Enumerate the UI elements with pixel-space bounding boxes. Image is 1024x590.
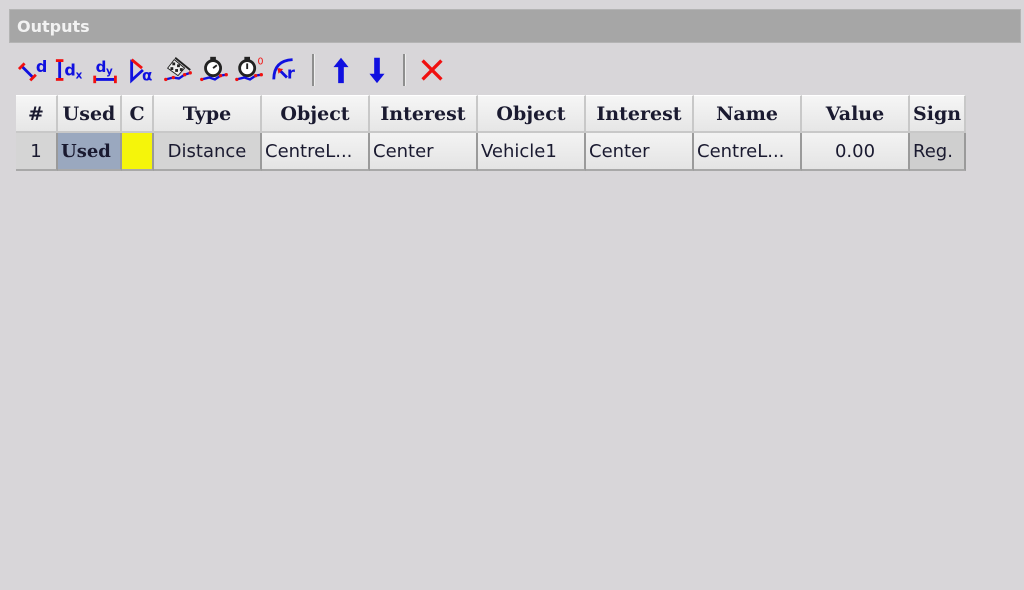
svg-text:r: r xyxy=(287,63,295,82)
column-header-color[interactable]: C xyxy=(122,95,154,133)
cell-value[interactable]: 0.00 xyxy=(802,133,910,171)
column-header-object-1[interactable]: Object xyxy=(262,95,370,133)
stopwatch-icon xyxy=(200,56,228,82)
distance-icon: d xyxy=(18,57,47,82)
angle-icon: α xyxy=(130,58,152,84)
delete-button[interactable] xyxy=(416,53,448,87)
move-up-button[interactable] xyxy=(325,53,357,87)
column-header-value[interactable]: Value xyxy=(802,95,910,133)
toolbar-separator xyxy=(403,54,406,86)
add-distance-y-button[interactable]: d y xyxy=(90,53,122,87)
column-header-index[interactable]: # xyxy=(16,95,58,133)
add-timer-button[interactable] xyxy=(198,53,230,87)
toolbar-separator xyxy=(312,54,315,86)
cell-sign[interactable]: Reg. xyxy=(910,133,967,171)
add-timer-reset-button[interactable]: 0 xyxy=(234,53,266,87)
cell-index[interactable]: 1 xyxy=(16,133,58,171)
column-header-sign[interactable]: Sign xyxy=(910,95,967,133)
cell-object-1[interactable]: CentreL... xyxy=(262,133,370,171)
column-header-name[interactable]: Name xyxy=(694,95,802,133)
add-radius-button[interactable]: r xyxy=(270,53,302,87)
outputs-table: # Used C Type Object Interest Object Int… xyxy=(16,95,967,171)
column-header-type[interactable]: Type xyxy=(154,95,262,133)
finish-flag-icon xyxy=(164,57,192,82)
distance-y-icon: d y xyxy=(93,58,117,84)
cell-name[interactable]: CentreL... xyxy=(694,133,802,171)
column-header-used[interactable]: Used xyxy=(58,95,122,133)
move-down-icon xyxy=(369,57,385,84)
table-row[interactable]: 1 Used Distance CentreL... Center Vehicl… xyxy=(16,133,967,171)
svg-text:d: d xyxy=(36,57,47,76)
svg-text:x: x xyxy=(76,69,83,81)
svg-text:y: y xyxy=(106,66,113,78)
cell-interest-1[interactable]: Center xyxy=(370,133,478,171)
table-header-row: # Used C Type Object Interest Object Int… xyxy=(16,95,967,133)
stopwatch-reset-icon: 0 xyxy=(235,56,264,82)
add-distance-button[interactable]: d xyxy=(18,53,50,87)
svg-text:d: d xyxy=(64,61,75,80)
add-distance-x-button[interactable]: d x xyxy=(54,53,86,87)
svg-text:d: d xyxy=(96,58,107,76)
add-finish-button[interactable] xyxy=(162,53,194,87)
column-header-interest-2[interactable]: Interest xyxy=(586,95,694,133)
toolbar: d d x d y α 0 r xyxy=(18,52,452,88)
cell-object-2[interactable]: Vehicle1 xyxy=(478,133,586,171)
cell-interest-2[interactable]: Center xyxy=(586,133,694,171)
move-down-button[interactable] xyxy=(361,53,393,87)
delete-icon xyxy=(421,59,443,81)
cell-color-swatch[interactable] xyxy=(122,133,154,171)
svg-text:0: 0 xyxy=(258,56,264,67)
column-header-object-2[interactable]: Object xyxy=(478,95,586,133)
radius-icon: r xyxy=(272,58,295,82)
column-header-interest-1[interactable]: Interest xyxy=(370,95,478,133)
cell-used[interactable]: Used xyxy=(58,133,122,171)
panel-title: Outputs xyxy=(17,17,90,36)
move-up-icon xyxy=(333,57,349,84)
add-angle-button[interactable]: α xyxy=(126,53,158,87)
cell-type[interactable]: Distance xyxy=(154,133,262,171)
svg-text:α: α xyxy=(142,66,152,84)
distance-x-icon: d x xyxy=(55,59,83,81)
panel-header: Outputs xyxy=(9,9,1021,43)
